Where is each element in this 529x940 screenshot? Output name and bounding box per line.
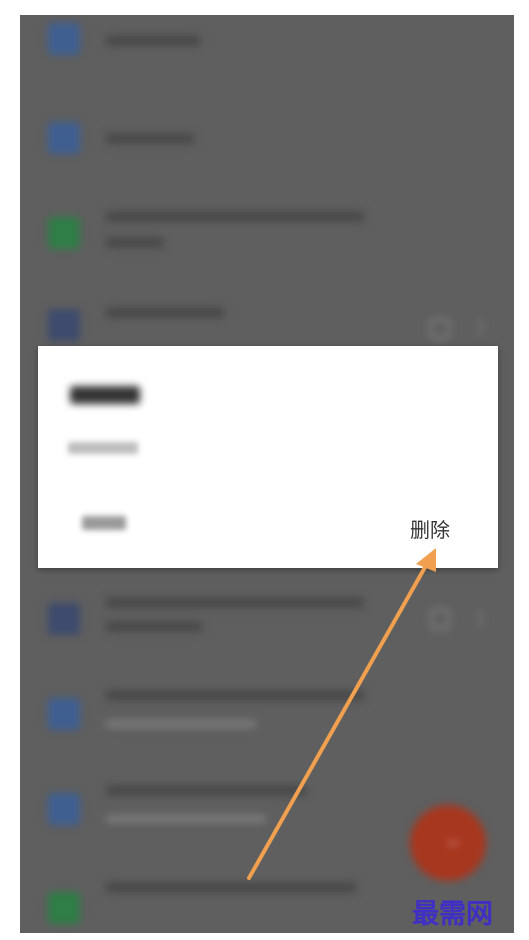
arrow-shaft: [247, 560, 430, 880]
annotation-arrow: [247, 548, 436, 880]
watermark-logo: 最需网: [412, 899, 493, 930]
